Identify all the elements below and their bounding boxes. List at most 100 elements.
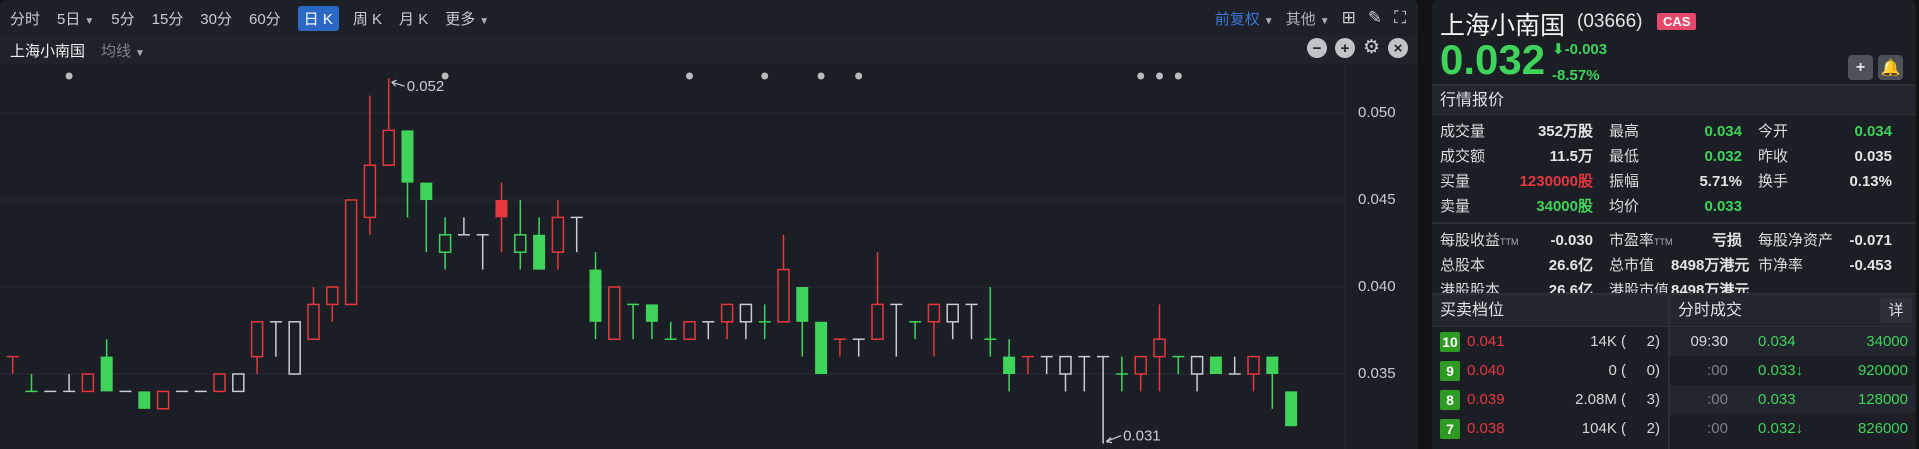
candle-body [1003, 356, 1016, 374]
chart-stock-name: 上海小南国 [10, 42, 86, 60]
period-tab[interactable]: 15分 [152, 8, 184, 29]
ttm-suffix: TTM [1654, 237, 1673, 247]
stat-label [1742, 194, 1828, 219]
add-watchlist-button[interactable]: + [1848, 55, 1873, 80]
order-book-row[interactable]: 8 0.039 2.08M (3) [1432, 385, 1668, 414]
stat-label: 振幅 [1593, 169, 1671, 194]
chart-header: 上海小南国 均线 ▼ [0, 36, 1418, 64]
stat-label-text: 最低 [1609, 148, 1640, 165]
stat-value: 0.035 [1854, 148, 1892, 165]
stat-label-text: 买量 [1440, 173, 1471, 190]
layout-grid-icon[interactable]: ⊞ [1342, 8, 1356, 28]
candlestick-chart[interactable]: 0.052 0.031 [0, 64, 1345, 449]
event-marker-dot [855, 72, 863, 80]
event-marker-dot [761, 72, 769, 80]
ask-price: 0.038 [1467, 420, 1505, 437]
draw-brush-icon[interactable]: ✎ [1368, 8, 1382, 28]
adjust-label: 前复权 [1214, 10, 1260, 28]
period-label: 60分 [248, 10, 281, 28]
candle-body [495, 200, 508, 218]
qty-text: 0 ( [1608, 362, 1626, 379]
detail-button[interactable]: 详 [1880, 298, 1912, 323]
trade-price: 0.034 [1758, 333, 1796, 350]
candle-body [514, 234, 527, 253]
period-tab[interactable]: 周 K [353, 8, 382, 29]
order-book-row[interactable]: 10 0.041 14K (2) [1432, 327, 1668, 356]
stat-label-text: 振幅 [1609, 173, 1640, 190]
fullscreen-icon[interactable]: ⛶ [1394, 8, 1406, 28]
stat-label-text: 今开 [1758, 123, 1789, 140]
level-badge: 9 [1440, 360, 1460, 381]
candle-body [645, 304, 658, 322]
trade-row: :00 0.032↓ 826000 [1670, 414, 1916, 443]
stat-value: 8498万港元 [1671, 257, 1750, 274]
y-tick-label: 0.040 [1358, 278, 1396, 295]
zoom-in-icon[interactable]: + [1334, 38, 1355, 58]
candle-body [363, 164, 377, 219]
candle-body [213, 373, 226, 393]
qty-text: 2.08M ( [1575, 391, 1626, 408]
candle-body [533, 234, 546, 270]
period-tab[interactable]: 30分 [200, 8, 232, 29]
ma-label: 均线 [101, 42, 132, 60]
candle-body [1209, 356, 1222, 374]
stat-value: 26.6亿 [1548, 257, 1593, 274]
period-tab[interactable]: 分时 [10, 8, 40, 29]
trade-volume: 920000 [1857, 362, 1908, 379]
ma-dropdown[interactable]: 均线 ▼ [101, 40, 145, 61]
period-label: 5分 [111, 10, 135, 28]
period-label: 周 K [352, 10, 383, 28]
order-book-title: 买卖档位 [1432, 295, 1668, 327]
period-tab[interactable]: 5分 [111, 8, 134, 29]
candle-body [138, 391, 151, 409]
order-book: 买卖档位 10 0.041 14K (2) 9 0.040 0 (0) 8 0.039 2.08… [1432, 295, 1670, 449]
level-badge: 10 [1440, 331, 1460, 352]
stat-value: 1230000股 [1519, 173, 1593, 190]
event-marker-dot [1156, 72, 1163, 80]
candle-body [156, 390, 170, 410]
stat-label: 最高 [1593, 119, 1671, 144]
stat-label: 卖量 [1440, 194, 1510, 219]
stat-label-text: 成交额 [1440, 148, 1486, 165]
candle-body [927, 303, 941, 323]
stat-value: 11.5万 [1549, 148, 1593, 165]
trade-price: 0.033 [1758, 391, 1796, 408]
other-dropdown[interactable]: 其他 ▼ [1286, 8, 1330, 29]
settings-gear-icon[interactable]: ⚙ [1363, 38, 1380, 58]
stat-label: 今开 [1742, 119, 1828, 144]
trade-row: :00 0.033↓ 920000 [1670, 356, 1916, 385]
candle-body [1059, 355, 1072, 375]
candle-body [1266, 356, 1279, 374]
candle-body [1285, 391, 1298, 427]
chevron-down-icon: ▼ [135, 47, 145, 59]
qty-text: 104K ( [1581, 420, 1626, 437]
close-icon[interactable]: × [1388, 38, 1408, 58]
order-book-row[interactable]: 9 0.040 0 (0) [1432, 356, 1668, 385]
y-tick-label: 0.050 [1358, 104, 1396, 121]
period-tab[interactable]: 5日 ▼ [57, 8, 94, 29]
alert-bell-icon[interactable]: 🔔 [1878, 55, 1903, 80]
min-price-label: 0.031 [1123, 428, 1161, 445]
event-marker-dot [686, 72, 693, 80]
stat-value: 5.71% [1699, 173, 1742, 190]
stats-grid: 成交量 352万股 最高 0.034 今开 0.034 成交额 11.5万 最低 0.032 昨收 0… [1432, 115, 1916, 219]
time-sales-title: 分时成交 [1678, 302, 1743, 319]
ask-qty: 2.08M (3) [1575, 391, 1660, 408]
quote-header: 上海小南国 (03666) CAS 0.032 ⬇-0.003 -8.57% +… [1432, 0, 1916, 86]
period-tab[interactable]: 日 K [297, 5, 339, 31]
stat-label: 成交量 [1440, 119, 1510, 144]
trade-volume: 826000 [1857, 420, 1908, 437]
cas-badge: CAS [1657, 13, 1697, 30]
stat-label-text: 总市值 [1609, 257, 1655, 274]
period-tab[interactable]: 月 K [399, 8, 428, 29]
period-tab[interactable]: 更多 ▼ [445, 8, 489, 29]
zoom-out-icon[interactable]: − [1306, 38, 1327, 58]
trade-time: 09:30 [1690, 333, 1728, 350]
period-tab[interactable]: 60分 [249, 8, 281, 29]
order-book-row[interactable]: 7 0.038 104K (2) [1432, 414, 1668, 443]
trade-volume: 34000 [1866, 333, 1908, 350]
level-badge: 8 [1440, 389, 1460, 410]
time-sales: 分时成交 详 09:30 0.034 34000 :00 0.033↓ 920000 :00 0… [1670, 295, 1916, 449]
adjust-dropdown[interactable]: 前复权 ▼ [1215, 8, 1274, 29]
y-tick-label: 0.045 [1358, 191, 1396, 208]
